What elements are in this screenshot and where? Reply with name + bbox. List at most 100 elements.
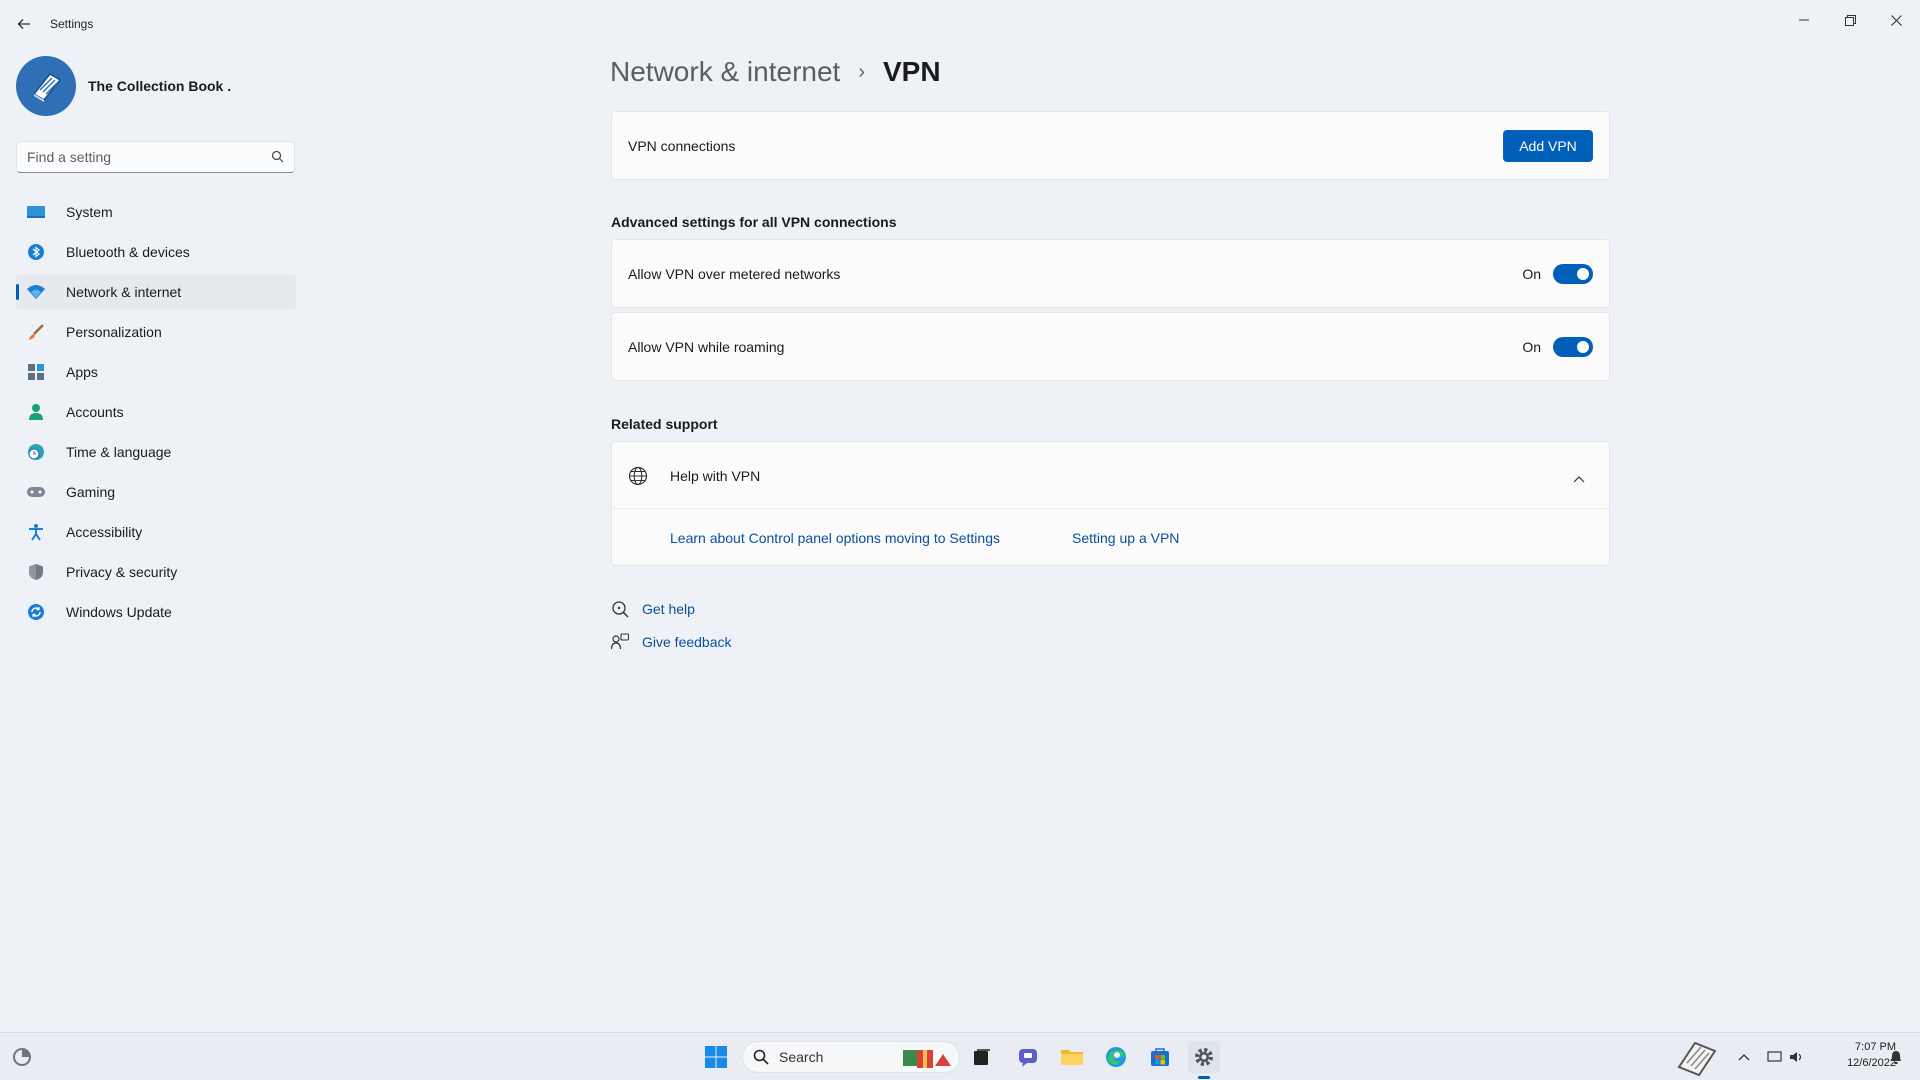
back-arrow-icon bbox=[17, 19, 30, 29]
breadcrumb-parent[interactable]: Network & internet bbox=[610, 56, 840, 88]
close-button[interactable] bbox=[1873, 6, 1919, 34]
sidebar-item-label: Network & internet bbox=[66, 284, 182, 300]
update-icon bbox=[26, 602, 46, 622]
sidebar-item-label: Privacy & security bbox=[66, 564, 178, 580]
globe-clock-icon bbox=[26, 442, 46, 462]
breadcrumb-separator: › bbox=[858, 60, 865, 83]
get-help-label: Get help bbox=[642, 601, 695, 617]
roaming-toggle-state: On bbox=[1522, 339, 1541, 355]
start-button[interactable] bbox=[700, 1041, 732, 1073]
minimize-icon bbox=[1799, 19, 1809, 21]
sidebar-item-personalization[interactable]: Personalization bbox=[16, 314, 296, 350]
brush-icon bbox=[26, 322, 46, 342]
apps-icon bbox=[26, 362, 46, 382]
help-with-vpn-card: Help with VPN Learn about Control panel … bbox=[611, 441, 1610, 566]
sidebar-item-windows-update[interactable]: Windows Update bbox=[16, 594, 296, 630]
accessibility-icon bbox=[26, 522, 46, 542]
widgets-button[interactable] bbox=[6, 1041, 38, 1073]
file-explorer-button[interactable] bbox=[1056, 1041, 1088, 1073]
folder-icon bbox=[1061, 1050, 1083, 1065]
chevron-up-icon[interactable] bbox=[1573, 470, 1585, 488]
back-button[interactable] bbox=[14, 14, 34, 34]
store-button[interactable] bbox=[1144, 1041, 1176, 1073]
help-chat-icon bbox=[610, 599, 630, 619]
metered-toggle-group: On bbox=[1522, 264, 1593, 284]
sidebar-item-label: Gaming bbox=[66, 484, 116, 500]
link-setting-up-vpn[interactable]: Setting up a VPN bbox=[1072, 530, 1179, 546]
sidebar-item-label: Windows Update bbox=[66, 604, 172, 620]
sidebar-item-label: Accessibility bbox=[66, 524, 143, 540]
profile-name: The Collection Book . bbox=[88, 78, 232, 94]
user-profile[interactable]: The Collection Book . bbox=[16, 56, 231, 116]
sidebar-item-label: Bluetooth & devices bbox=[66, 244, 190, 260]
taskbar-search-label: Search bbox=[779, 1049, 824, 1065]
collection-book-tray-button[interactable] bbox=[1672, 1041, 1722, 1077]
system-tray-status[interactable] bbox=[1756, 1041, 1816, 1073]
get-help-link[interactable]: Get help bbox=[610, 599, 695, 619]
monitor-icon bbox=[26, 202, 46, 222]
notifications-button[interactable] bbox=[1880, 1041, 1912, 1073]
wifi-icon bbox=[26, 282, 46, 302]
chevron-up-icon bbox=[1738, 1054, 1750, 1061]
roaming-toggle[interactable] bbox=[1553, 337, 1593, 357]
volume-icon bbox=[1790, 1052, 1802, 1062]
sidebar-item-privacy[interactable]: Privacy & security bbox=[16, 554, 296, 590]
network-icon bbox=[1767, 1051, 1782, 1062]
related-support-title: Related support bbox=[611, 416, 718, 432]
metered-networks-row: Allow VPN over metered networks On bbox=[611, 239, 1610, 308]
bluetooth-icon bbox=[26, 242, 46, 262]
close-icon bbox=[1890, 14, 1902, 26]
weather-icon bbox=[13, 1048, 31, 1066]
restore-icon bbox=[1844, 14, 1856, 26]
sidebar-item-apps[interactable]: Apps bbox=[16, 354, 296, 390]
sidebar-item-gaming[interactable]: Gaming bbox=[16, 474, 296, 510]
taskbar-search[interactable]: Search bbox=[742, 1041, 960, 1073]
sidebar-item-label: Personalization bbox=[66, 324, 162, 340]
sidebar-item-label: Time & language bbox=[66, 444, 172, 460]
taskbar: Search 7:07 PM 12/6/2022 bbox=[0, 1032, 1920, 1080]
sidebar-item-network[interactable]: Network & internet bbox=[16, 274, 296, 310]
task-view-button[interactable] bbox=[966, 1041, 998, 1073]
sidebar-item-label: Accounts bbox=[66, 404, 124, 420]
restore-button[interactable] bbox=[1827, 6, 1873, 34]
chat-button[interactable] bbox=[1012, 1041, 1044, 1073]
bell-icon bbox=[1891, 1051, 1901, 1064]
page-title: VPN bbox=[883, 56, 941, 87]
give-feedback-link[interactable]: Give feedback bbox=[610, 632, 732, 652]
sidebar-item-accessibility[interactable]: Accessibility bbox=[16, 514, 296, 550]
roaming-toggle-group: On bbox=[1522, 337, 1593, 357]
sidebar-item-accounts[interactable]: Accounts bbox=[16, 394, 296, 430]
settings-search[interactable] bbox=[16, 141, 295, 173]
person-icon bbox=[26, 402, 46, 422]
search-highlight-icon bbox=[901, 1046, 955, 1075]
roaming-row: Allow VPN while roaming On bbox=[611, 312, 1610, 381]
give-feedback-label: Give feedback bbox=[642, 634, 732, 650]
edge-button[interactable] bbox=[1100, 1041, 1132, 1073]
sidebar-item-time-language[interactable]: Time & language bbox=[16, 434, 296, 470]
book-icon bbox=[1677, 1041, 1717, 1077]
shield-icon bbox=[26, 562, 46, 582]
avatar bbox=[16, 56, 76, 116]
help-with-vpn-header[interactable]: Help with VPN bbox=[612, 442, 1609, 509]
gear-icon bbox=[1195, 1048, 1213, 1066]
metered-toggle-state: On bbox=[1522, 266, 1541, 282]
add-vpn-button[interactable]: Add VPN bbox=[1503, 130, 1593, 162]
metered-networks-label: Allow VPN over metered networks bbox=[628, 266, 841, 282]
roaming-label: Allow VPN while roaming bbox=[628, 339, 785, 355]
sidebar-item-bluetooth[interactable]: Bluetooth & devices bbox=[16, 234, 296, 270]
title-bar: Settings bbox=[0, 0, 1920, 48]
advanced-settings-title: Advanced settings for all VPN connection… bbox=[611, 214, 897, 230]
feedback-icon bbox=[610, 632, 630, 652]
help-with-vpn-title: Help with VPN bbox=[670, 468, 761, 484]
link-control-panel-options[interactable]: Learn about Control panel options moving… bbox=[670, 530, 1000, 546]
minimize-button[interactable] bbox=[1781, 6, 1827, 34]
sidebar-item-system[interactable]: System bbox=[16, 194, 296, 230]
search-input[interactable] bbox=[17, 142, 257, 172]
metered-toggle[interactable] bbox=[1553, 264, 1593, 284]
gamepad-icon bbox=[26, 482, 46, 502]
task-view-icon bbox=[974, 1049, 990, 1065]
sidebar-nav: System Bluetooth & devices Network & int… bbox=[16, 194, 296, 634]
settings-taskbar-button[interactable] bbox=[1188, 1041, 1220, 1079]
store-icon bbox=[1151, 1048, 1169, 1066]
sidebar-item-label: System bbox=[66, 204, 113, 220]
